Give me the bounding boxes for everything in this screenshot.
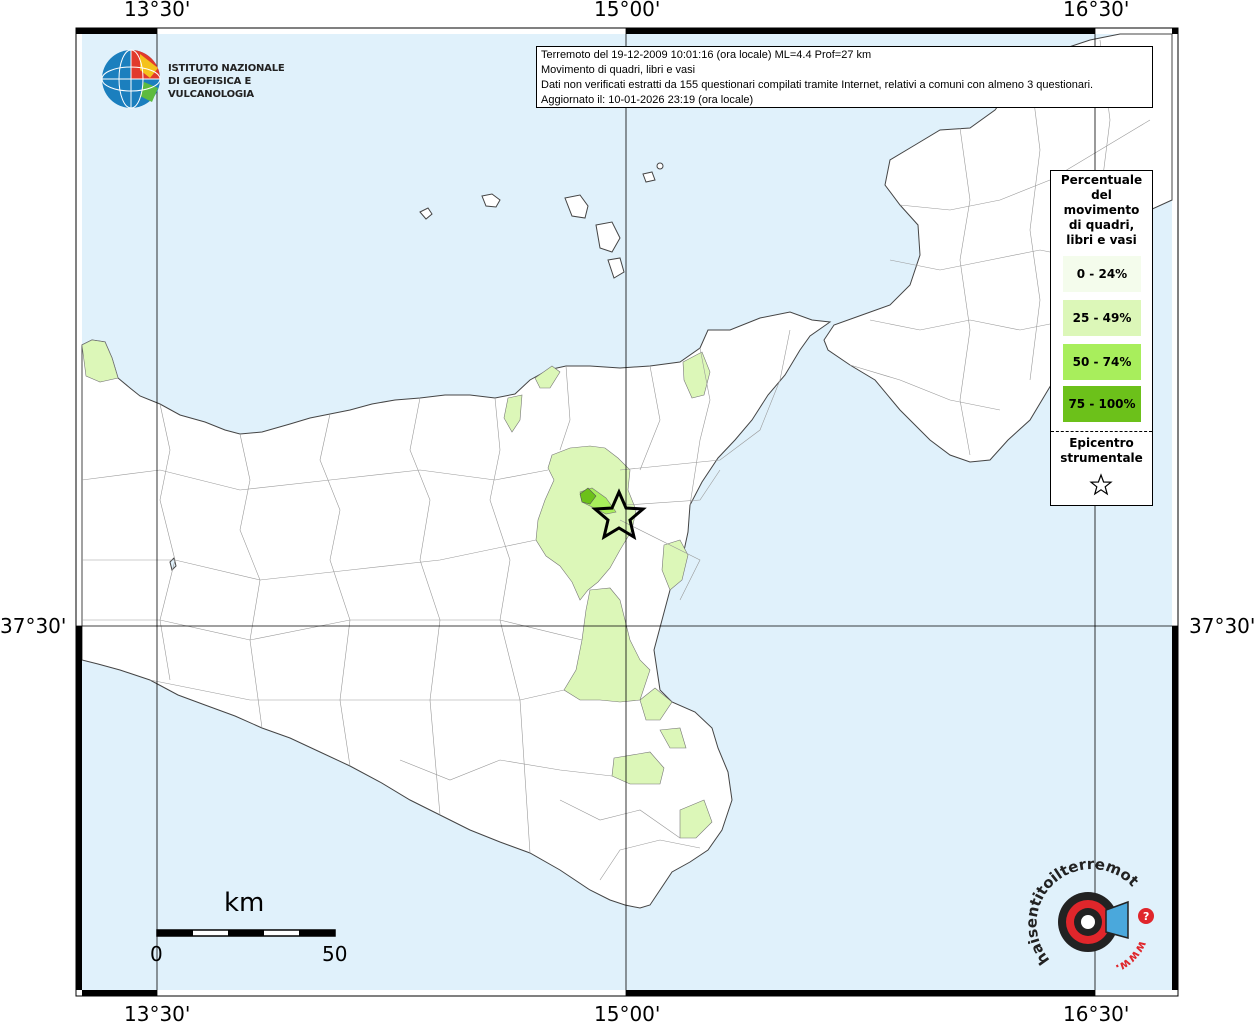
legend-item-50-74: 50 - 74% [1063,344,1141,380]
ingv-name-line1: ISTITUTO NAZIONALE [168,63,285,74]
legend-separator [1051,431,1152,432]
haisentito-logo: ? haisentitoilterremoto.it www. [1023,846,1163,976]
scale-unit: km [224,888,265,918]
legend-title-line1: Percentuale [1060,173,1143,187]
legend-title: Percentuale del movimento di quadri, lib… [1051,173,1152,248]
legend-epicenter-line1: Epicentro [1069,436,1134,450]
legend-title-line3: movimento [1063,203,1140,217]
event-info-line2: Movimento di quadri, libri e vasi [541,64,696,76]
island-small [656,162,664,170]
event-info-line3: Dati non verificati estratti da 155 ques… [541,79,1094,91]
legend-epicenter-label: Epicentro strumentale [1051,436,1152,466]
ingv-name: ISTITUTO NAZIONALE DI GEOFISICA E VULCAN… [168,62,320,101]
legend-title-line4: di quadri, [1068,218,1135,232]
event-info-line4: Aggiornato il: 10-01-2026 23:19 (ora loc… [541,94,754,106]
scale-max: 50 [322,942,348,966]
legend: Percentuale del movimento di quadri, lib… [1050,170,1153,506]
ingv-name-line2: DI GEOFISICA E VULCANOLOGIA [168,76,254,100]
ingv-logo: ISTITUTO NAZIONALE DI GEOFISICA E VULCAN… [100,48,320,110]
globe-icon [101,49,161,109]
legend-title-line2: del [1091,188,1112,202]
legend-title-line5: libri e vasi [1066,233,1137,247]
legend-item-25-49: 25 - 49% [1063,300,1141,336]
svg-text:?: ? [1143,910,1149,923]
haisentito-www: www. [1114,939,1151,976]
scale-min: 0 [150,942,163,966]
event-info-line1: Terremoto del 19-12-2009 10:01:16 (ora l… [541,49,872,61]
event-info-box: Terremoto del 19-12-2009 10:01:16 (ora l… [536,46,1153,108]
star-icon [1089,473,1113,496]
svg-text:www.: www. [1114,939,1151,975]
scale-bar [156,929,336,937]
target-icon: ? haisentitoilterremoto.it www. [1023,846,1154,976]
legend-item-0-24: 0 - 24% [1063,256,1141,292]
legend-epicenter-line2: strumentale [1060,451,1143,465]
legend-item-75-100: 75 - 100% [1063,386,1141,422]
